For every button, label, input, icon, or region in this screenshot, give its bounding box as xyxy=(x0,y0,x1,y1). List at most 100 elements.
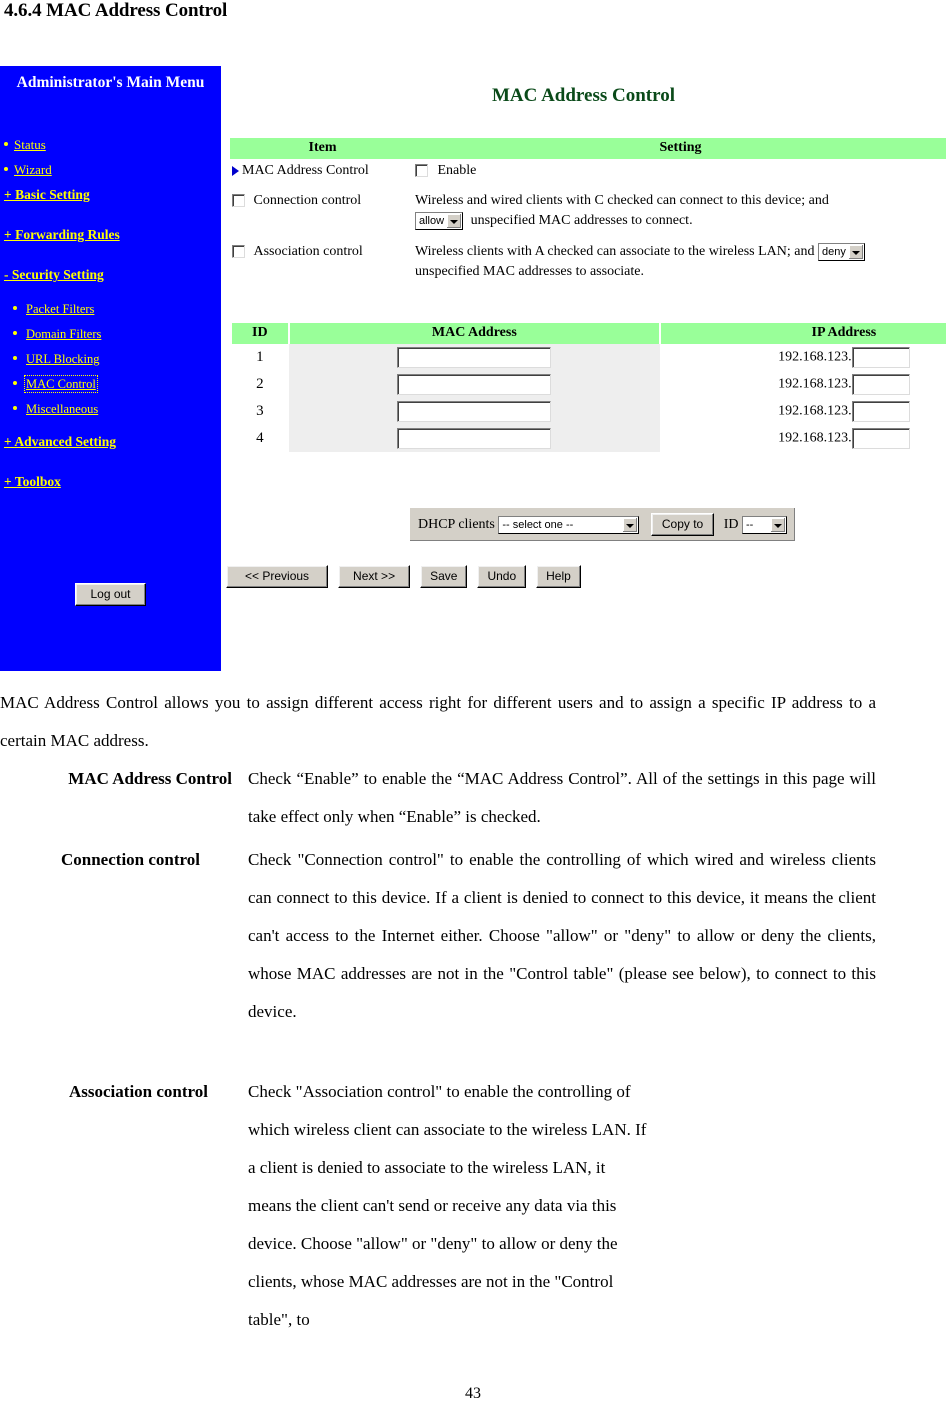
cell-mac-address xyxy=(288,371,661,398)
ip-prefix-label: 192.168.123. xyxy=(778,349,852,365)
association-control-policy-value: deny xyxy=(821,245,846,258)
page-title: 4.6.4 MAC Address Control xyxy=(4,0,228,21)
bullet-icon xyxy=(13,406,17,410)
definition-description-association-control: Check "Association control" to enable th… xyxy=(248,1082,647,1329)
sidebar-item-miscellaneous[interactable]: Miscellaneous xyxy=(0,400,221,425)
sidebar-group-forwarding-rules[interactable]: + Forwarding Rules xyxy=(0,226,221,266)
dhcp-id-select[interactable]: -- xyxy=(742,515,788,534)
sidebar-group-label[interactable]: + Toolbox xyxy=(4,474,61,489)
mac-address-input-1[interactable] xyxy=(397,347,552,368)
connection-control-policy-select[interactable]: allow xyxy=(415,211,464,230)
definition-term-association-control: Association control xyxy=(69,1082,208,1101)
help-button[interactable]: Help xyxy=(536,565,581,588)
sidebar-group-toolbox[interactable]: + Toolbox xyxy=(0,473,221,513)
row-setting-mac-address-control: Enable xyxy=(415,159,946,183)
sidebar-group-basic-setting[interactable]: + Basic Setting xyxy=(0,186,221,226)
connection-control-checkbox[interactable] xyxy=(232,194,245,208)
row-mac-address-control: MAC Address Control Enable xyxy=(230,159,946,183)
settings-table-header-row: Item Setting xyxy=(230,138,946,159)
dhcp-clients-bar: DHCP clients -- select one -- Copy to ID… xyxy=(409,507,797,542)
sidebar-item-label[interactable]: Domain Filters xyxy=(26,327,101,341)
panel-button-row: << Previous Next >> Save Undo Help xyxy=(226,565,587,588)
sidebar-group-advanced-setting[interactable]: + Advanced Setting xyxy=(0,433,221,473)
ip-suffix-input-2[interactable] xyxy=(851,374,910,395)
sidebar-item-label[interactable]: Status xyxy=(14,137,46,152)
row-label-association-control: Association control xyxy=(230,233,415,284)
mac-address-input-2[interactable] xyxy=(397,374,552,395)
logout-button[interactable]: Log out xyxy=(75,583,146,606)
table-row: 3 192.168.123. xyxy=(231,398,946,425)
sidebar-item-url-blocking[interactable]: URL Blocking xyxy=(0,350,221,375)
sidebar-group-label[interactable]: + Forwarding Rules xyxy=(4,227,120,242)
sidebar-item-wizard[interactable]: Wizard xyxy=(0,161,221,186)
row-label-text: MAC Address Control xyxy=(242,163,369,178)
definition-description-mac-address-control: Check “Enable” to enable the “MAC Addres… xyxy=(248,769,876,826)
chevron-down-icon xyxy=(771,517,786,532)
dhcp-id-select-value: -- xyxy=(746,518,754,531)
bullet-icon xyxy=(13,381,17,385)
ip-suffix-input-3[interactable] xyxy=(851,401,910,422)
connection-control-text-before: Wireless and wired clients with C checke… xyxy=(415,193,829,208)
row-setting-connection-control: Wireless and wired clients with C checke… xyxy=(415,183,946,233)
copy-to-button[interactable]: Copy to xyxy=(650,513,715,536)
cell-mac-address xyxy=(288,398,661,425)
page-number: 43 xyxy=(465,1385,481,1402)
table-row: 2 192.168.123. xyxy=(231,371,946,398)
sidebar-item-label[interactable]: MAC Control xyxy=(24,375,98,393)
row-label-mac-address-control: MAC Address Control xyxy=(230,159,415,183)
sidebar-item-label[interactable]: Wizard xyxy=(14,162,52,177)
ip-suffix-input-1[interactable] xyxy=(851,347,910,368)
sidebar-item-label[interactable]: Miscellaneous xyxy=(26,402,98,416)
sidebar: Administrator's Main Menu Status Wizard … xyxy=(0,66,221,671)
mac-address-input-4[interactable] xyxy=(397,428,552,449)
row-label-connection-control: Connection control xyxy=(230,183,415,233)
sidebar-item-label[interactable]: URL Blocking xyxy=(26,352,100,366)
bullet-icon xyxy=(4,167,8,171)
triangle-bullet-icon xyxy=(232,165,239,176)
undo-button[interactable]: Undo xyxy=(477,565,527,588)
dhcp-clients-select[interactable]: -- select one -- xyxy=(498,515,640,534)
row-connection-control: Connection control Wireless and wired cl… xyxy=(230,183,946,233)
sidebar-group-label[interactable]: + Advanced Setting xyxy=(4,434,116,449)
mac-table-header-row: ID MAC Address IP Address C A xyxy=(230,323,946,344)
sidebar-group-label[interactable]: - Security Setting xyxy=(4,267,104,282)
sidebar-item-domain-filters[interactable]: Domain Filters xyxy=(0,325,221,350)
ip-prefix-label: 192.168.123. xyxy=(778,403,852,419)
dhcp-clients-label: DHCP clients xyxy=(418,517,495,532)
chevron-down-icon xyxy=(848,244,863,259)
mac-address-table: ID MAC Address IP Address C A 1 192.168.… xyxy=(230,323,946,452)
mac-address-control-enable-label: Enable xyxy=(437,163,477,178)
save-button[interactable]: Save xyxy=(420,565,468,588)
sidebar-title: Administrator's Main Menu xyxy=(16,74,205,91)
previous-button[interactable]: << Previous xyxy=(226,565,329,588)
cell-ip-address: 192.168.123. xyxy=(660,371,946,398)
chevron-down-icon xyxy=(447,213,462,228)
settings-table: Item Setting MAC Address Control Enable … xyxy=(230,138,946,284)
sidebar-group-label[interactable]: + Basic Setting xyxy=(4,187,90,202)
table-row: 1 192.168.123. xyxy=(231,344,946,371)
bullet-icon xyxy=(13,306,17,310)
association-control-checkbox[interactable] xyxy=(232,245,245,259)
sidebar-item-label[interactable]: Packet Filters xyxy=(26,302,94,316)
sidebar-item-status[interactable]: Status xyxy=(0,136,221,161)
row-label-text: Association control xyxy=(253,244,363,259)
sidebar-item-mac-control[interactable]: MAC Control xyxy=(0,375,221,400)
association-control-text-after: unspecified MAC addresses to associate. xyxy=(415,264,644,279)
row-label-text: Connection control xyxy=(253,193,362,208)
cell-id: 2 xyxy=(256,376,264,392)
bullet-icon xyxy=(4,142,8,146)
column-header-setting: Setting xyxy=(415,138,946,159)
next-button[interactable]: Next >> xyxy=(338,565,411,588)
mac-address-input-3[interactable] xyxy=(397,401,552,422)
ip-suffix-input-4[interactable] xyxy=(851,428,910,449)
sidebar-nav: Status Wizard + Basic Setting + Forwardi… xyxy=(0,136,221,513)
sidebar-item-packet-filters[interactable]: Packet Filters xyxy=(0,300,221,325)
panel-title: MAC Address Control xyxy=(492,85,675,106)
connection-control-text-after: unspecified MAC addresses to connect. xyxy=(470,213,693,228)
ip-prefix-label: 192.168.123. xyxy=(778,430,852,446)
mac-address-control-enable-checkbox[interactable] xyxy=(415,164,428,178)
column-header-ip-address: IP Address xyxy=(659,323,946,344)
definition-description-connection-control: Check "Connection control" to enable the… xyxy=(248,850,876,1021)
sidebar-group-security-setting[interactable]: - Security Setting xyxy=(0,266,221,300)
association-control-policy-select[interactable]: deny xyxy=(817,242,865,261)
